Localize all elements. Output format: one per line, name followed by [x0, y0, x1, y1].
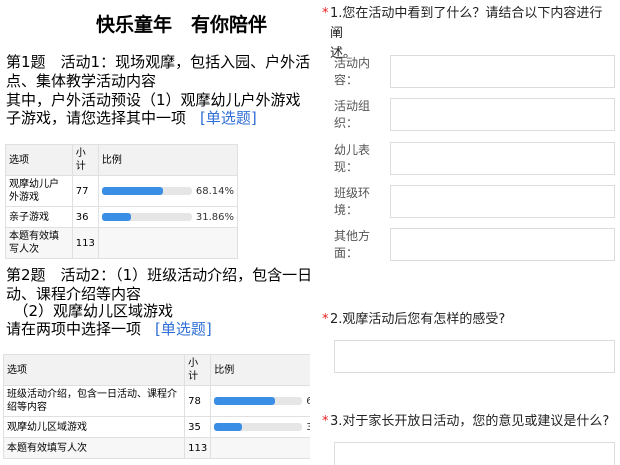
- survey-form-pane: * 1.您在活动中看到了什么？请结合以下内容进行阐 述。 活动内 容： 活动组 织：…: [310, 0, 620, 465]
- field-label-line: 面：: [334, 246, 359, 260]
- field-label-line: 容：: [334, 73, 359, 87]
- header-count: 小计: [184, 354, 212, 386]
- question-2-text: 请在两项中选择一项: [6, 320, 142, 338]
- child-performance-input[interactable]: [390, 142, 615, 175]
- ratio-bar: [101, 187, 192, 195]
- ratio-bar-fill: [101, 187, 164, 195]
- header-option: 选项: [5, 144, 73, 176]
- question-1-line: 其中，户外活动预设（1）观摩幼儿户外游戏: [6, 91, 301, 109]
- field-label-line: 现：: [334, 160, 359, 174]
- field-label-other: 其他方面：: [334, 228, 378, 262]
- total-label: 本题有效填写人次: [5, 227, 73, 259]
- option-count: 78: [184, 385, 212, 417]
- table-total-row: 本题有效填写人次 113: [5, 227, 239, 259]
- table-header-row: 选项 小计 比例: [5, 144, 239, 176]
- header-ratio: 比例: [97, 144, 239, 176]
- field-label-line: 织：: [334, 116, 359, 130]
- option-count: 35: [184, 416, 212, 438]
- total-label: 本题有效填写人次: [2, 437, 186, 459]
- table-row: 班级活动介绍，包含一日活动、课程介绍等内容 78 69: [2, 385, 310, 417]
- ratio-bar-fill: [214, 397, 275, 405]
- table-row: 观摩幼儿户外游戏 77 68.14%: [5, 175, 239, 207]
- suggestions-textarea[interactable]: [334, 442, 615, 465]
- option-label: 观摩幼儿户外游戏: [5, 175, 73, 207]
- form-question-1-text: 1.您在活动中看到了什么？请结合以下内容进行阐: [330, 6, 603, 41]
- option-count: 77: [71, 175, 99, 207]
- required-marker: *: [322, 6, 329, 21]
- field-label-line: 班级环: [334, 186, 371, 200]
- question-1-text: 子游戏，请您选择其中一项: [6, 109, 187, 127]
- ratio-percent: 31.86%: [195, 211, 234, 223]
- required-marker: *: [322, 414, 329, 429]
- form-question-3-text: 3.对于家长开放日活动，您的意见或建议是什么?: [330, 414, 610, 429]
- ratio-bar: [214, 423, 303, 431]
- ratio-bar: [214, 397, 303, 405]
- question-1-line: 子游戏，请您选择其中一项 [单选题]: [6, 108, 257, 128]
- field-label-line: 幼儿表: [334, 143, 371, 157]
- option-count: 36: [71, 206, 99, 228]
- table-total-row: 本题有效填写人次 113: [2, 437, 310, 459]
- form-question-2-text: 2.观摩活动后您有怎样的感受?: [330, 312, 506, 327]
- question-2-results-table: 选项 小计 比例 班级活动介绍，包含一日活动、课程介绍等内容 78 69 观摩幼…: [2, 354, 310, 459]
- option-label: 观摩幼儿区域游戏: [2, 416, 186, 438]
- table-row: 观摩幼儿区域游戏 35 30: [2, 416, 310, 438]
- header-option: 选项: [2, 354, 186, 386]
- option-ratio: 31.86%: [97, 206, 239, 228]
- question-1-line: 点、集体教学活动内容: [6, 72, 157, 90]
- activity-organization-input[interactable]: [390, 98, 615, 131]
- question-2-line: 第2题 活动2：（1）班级活动介绍，包含一日: [6, 266, 310, 284]
- option-ratio: 69: [210, 385, 310, 417]
- ratio-percent: 68.14%: [195, 185, 234, 197]
- question-2-line: （2）观摩幼儿区域游戏: [6, 302, 174, 320]
- question-1-line: 第1题 活动1：现场观摩，包括入园、户外活动: [6, 53, 310, 71]
- field-label-organization: 活动组织：: [334, 98, 378, 132]
- question-1-results-table: 选项 小计 比例 观摩幼儿户外游戏 77 68.14% 亲子游戏 36 31.8…: [5, 144, 239, 259]
- single-choice-tag: [单选题]: [200, 109, 257, 127]
- field-label-performance: 幼儿表现：: [334, 142, 378, 176]
- table-header-row: 选项 小计 比例: [2, 354, 310, 386]
- option-ratio: 30: [210, 416, 310, 438]
- option-ratio: 68.14%: [97, 175, 239, 207]
- header-count: 小计: [71, 144, 99, 176]
- other-aspects-input[interactable]: [390, 228, 615, 261]
- option-label: 班级活动介绍，包含一日活动、课程介绍等内容: [2, 385, 186, 417]
- single-choice-tag: [单选题]: [155, 320, 212, 338]
- total-count: 113: [71, 227, 99, 259]
- field-label-line: 境：: [334, 203, 359, 217]
- required-marker: *: [322, 312, 329, 327]
- form-question-3: * 3.对于家长开放日活动，您的意见或建议是什么?: [322, 412, 620, 432]
- ratio-bar: [101, 213, 192, 221]
- page-title: 快乐童年 有你陪伴: [96, 14, 268, 36]
- field-label-content: 活动内容：: [334, 55, 378, 89]
- question-2-line: 请在两项中选择一项 [单选题]: [6, 319, 212, 339]
- field-label-line: 活动组: [334, 99, 371, 113]
- field-label-line: 其他方: [334, 229, 371, 243]
- total-count: 113: [184, 437, 212, 459]
- activity-content-input[interactable]: [390, 55, 615, 88]
- table-row: 亲子游戏 36 31.86%: [5, 206, 239, 228]
- field-label-line: 活动内: [334, 56, 371, 70]
- ratio-bar-fill: [101, 213, 131, 221]
- header-ratio: 比例: [210, 354, 310, 386]
- field-label-environment: 班级环境：: [334, 185, 378, 219]
- results-pane: 快乐童年 有你陪伴 第1题 活动1：现场观摩，包括入园、户外活动 点、集体教学活…: [0, 0, 310, 465]
- option-label: 亲子游戏: [5, 206, 73, 228]
- feelings-textarea[interactable]: [334, 340, 615, 373]
- class-environment-input[interactable]: [390, 185, 615, 218]
- form-question-2: * 2.观摩活动后您有怎样的感受?: [322, 310, 610, 330]
- ratio-bar-fill: [214, 423, 242, 431]
